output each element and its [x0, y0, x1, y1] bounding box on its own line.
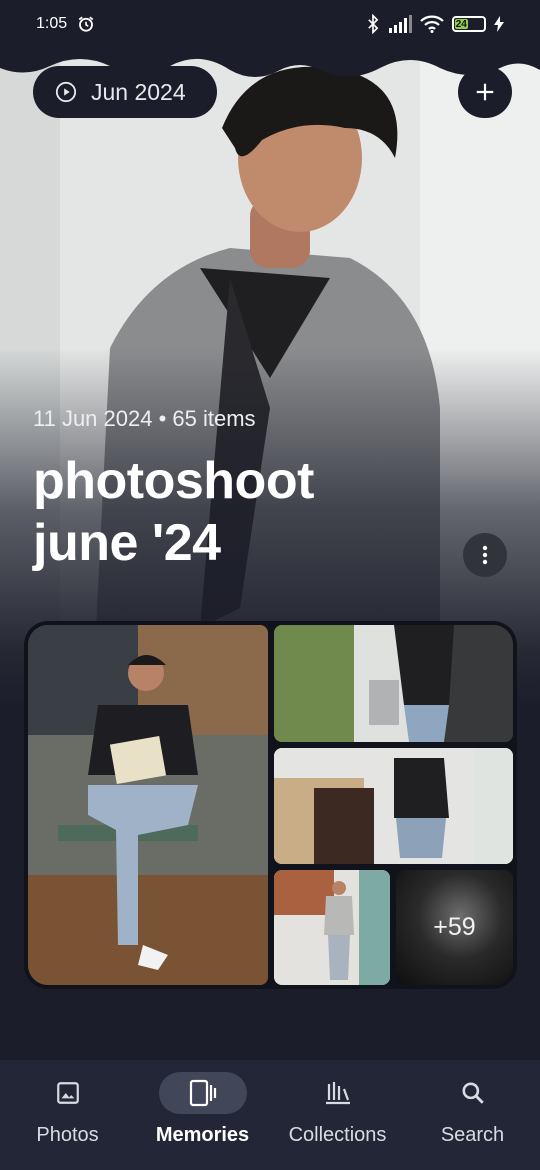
nav-memories[interactable]: Memories — [143, 1072, 263, 1170]
bottom-navigation: Photos Memories Collections Search — [0, 1060, 540, 1170]
cafe-scene-illustration — [274, 748, 513, 864]
memory-photo-grid: +59 — [24, 621, 517, 989]
play-circle-icon — [55, 81, 77, 103]
memory-title-line2: june '24 — [33, 514, 221, 572]
charging-icon — [494, 16, 504, 32]
alarm-icon — [78, 16, 94, 32]
memory-title-line1: photoshoot — [33, 452, 314, 510]
nav-search-label: Search — [440, 1124, 505, 1146]
memory-meta: 11 Jun 2024 • 65 items — [33, 406, 256, 431]
photo-tile-cafe[interactable] — [274, 748, 513, 864]
date-chip-label: Jun 2024 — [91, 78, 186, 105]
memories-icon — [189, 1079, 216, 1107]
nav-photos-label: Photos — [36, 1124, 99, 1146]
photo-tile-more[interactable]: +59 — [396, 870, 513, 985]
photo-tile-reading[interactable] — [28, 625, 268, 985]
add-button[interactable] — [458, 66, 512, 118]
photos-icon — [56, 1082, 79, 1104]
photo-tile-window[interactable] — [274, 625, 513, 742]
nav-collections[interactable]: Collections — [278, 1072, 398, 1170]
battery-level: 24 — [455, 18, 468, 30]
signal-icon — [389, 15, 412, 33]
wall-scene-illustration — [274, 870, 390, 985]
bluetooth-icon — [368, 14, 379, 34]
search-icon — [461, 1082, 484, 1104]
nav-photos-icon-wrap — [24, 1072, 112, 1114]
status-bar: 1:05 24 — [0, 0, 540, 48]
nav-memories-label: Memories — [155, 1124, 250, 1146]
collections-icon — [325, 1082, 350, 1105]
status-right: 24 — [366, 14, 504, 34]
nav-collections-label: Collections — [288, 1124, 387, 1146]
more-photos-count: +59 — [433, 913, 476, 941]
photo-tile-wall[interactable] — [274, 870, 390, 985]
standing-person-illustration — [274, 625, 513, 742]
nav-search-icon-wrap — [429, 1072, 517, 1114]
nav-collections-icon-wrap — [294, 1072, 382, 1114]
battery-icon: 24 — [452, 16, 486, 32]
nav-memories-icon-wrap — [158, 1072, 247, 1114]
more-vertical-icon — [482, 545, 488, 565]
reading-person-illustration — [28, 625, 268, 985]
memory-date-chip[interactable]: Jun 2024 — [33, 66, 217, 118]
status-time: 1:05 — [36, 15, 68, 32]
status-left: 1:05 — [36, 15, 95, 33]
plus-icon — [476, 83, 494, 101]
nav-photos[interactable]: Photos — [8, 1072, 128, 1170]
nav-search[interactable]: Search — [413, 1072, 533, 1170]
more-options-button[interactable] — [463, 533, 507, 577]
memory-cover-photo[interactable] — [0, 48, 540, 708]
battery-level-text: 24 — [455, 18, 467, 30]
memory-title: photoshoot june '24 — [33, 450, 314, 574]
wifi-icon — [420, 15, 444, 33]
